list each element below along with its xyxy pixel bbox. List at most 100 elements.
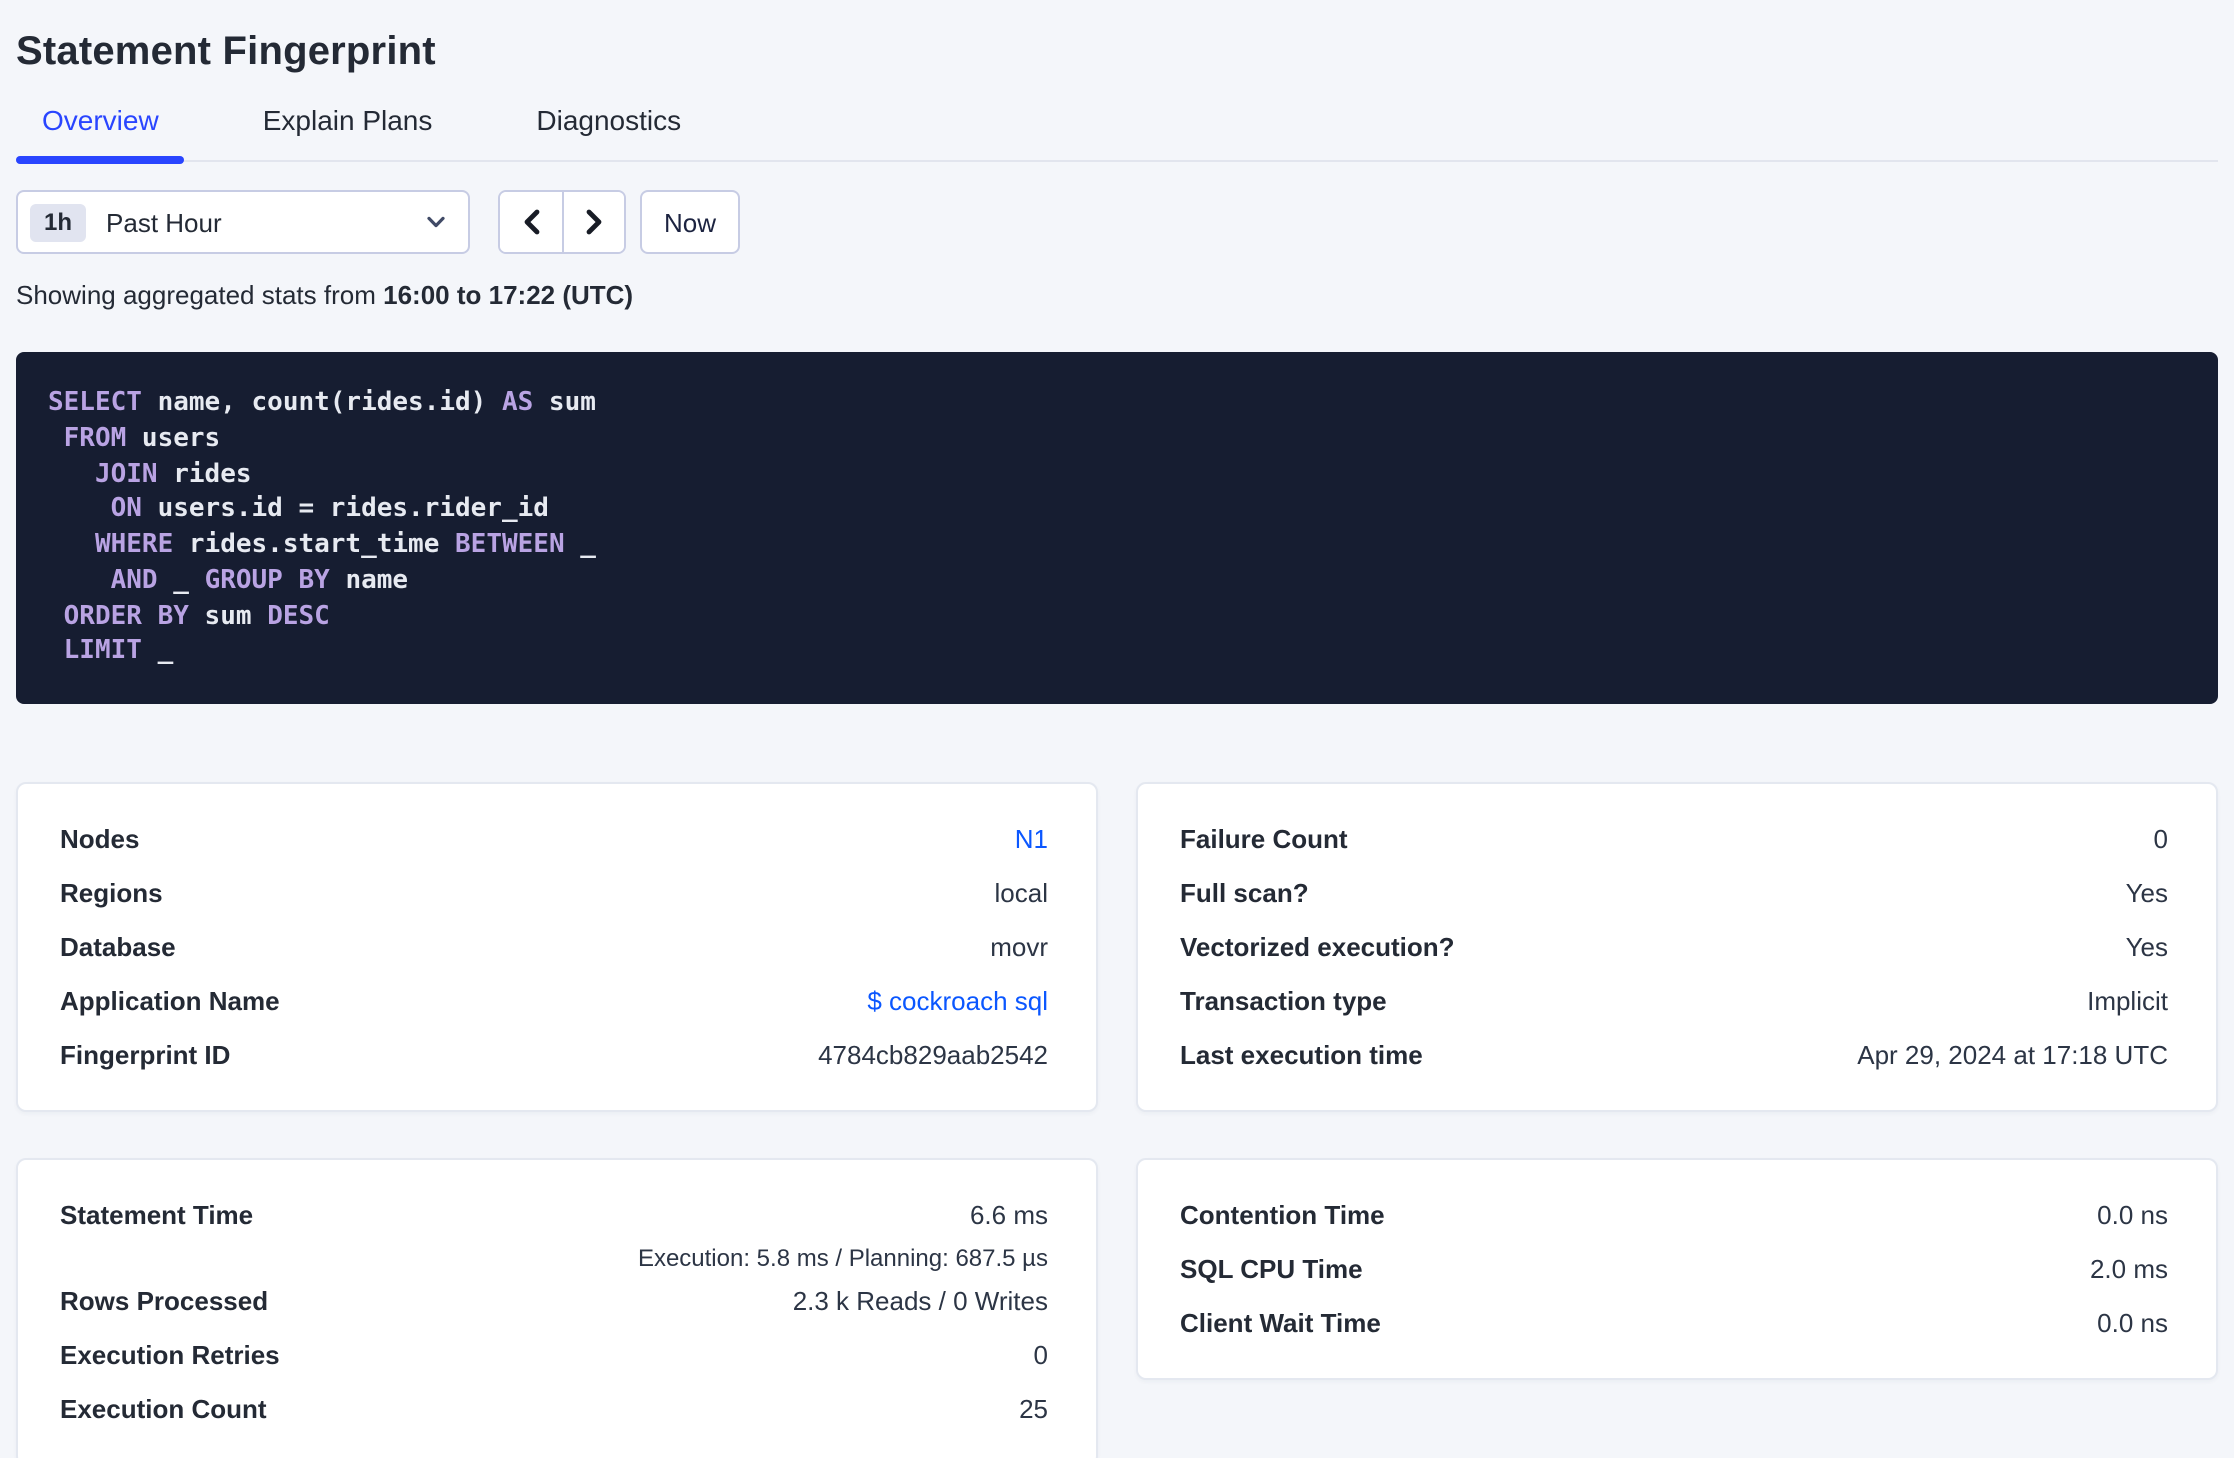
detail-label: Fingerprint ID <box>60 1040 231 1070</box>
detail-row: Fingerprint ID 4784cb829aab2542 <box>60 1028 1048 1082</box>
detail-value-block: movr <box>990 920 1048 974</box>
time-range-badge: 1h <box>30 203 87 241</box>
stats-cards-row: Statement Time 6.6 ms Execution: 5.8 ms / … <box>16 1158 2218 1458</box>
sql-text: name, count(rides.id) <box>141 388 502 418</box>
sql-text: sum <box>533 388 596 418</box>
detail-value-block: 2.0 ms <box>2090 1242 2168 1296</box>
sql-keyword: FROM <box>63 423 127 454</box>
sql-keyword: AS <box>501 388 534 418</box>
aggregated-stats-caption: Showing aggregated stats from 16:00 to 1… <box>16 280 2218 312</box>
sql-text: _ <box>141 636 174 667</box>
sql-keyword: ON <box>110 494 142 525</box>
detail-label: Last execution time <box>1180 1040 1423 1070</box>
statement-fingerprint-page: Statement Fingerprint Overview Explain P… <box>0 0 2234 1458</box>
detail-value-block: Apr 29, 2024 at 17:18 UTC <box>1857 1028 2168 1082</box>
detail-value: Yes <box>2125 878 2168 908</box>
sql-line: WHERE rides.start_time BETWEEN _ <box>48 528 2186 564</box>
time-range-label: Past Hour <box>106 207 222 237</box>
detail-label: Regions <box>60 878 163 908</box>
detail-label: Database <box>60 932 176 962</box>
detail-value: movr <box>990 932 1048 962</box>
detail-value-block: Yes <box>2126 920 2168 974</box>
sql-line: JOIN rides <box>48 457 2186 493</box>
detail-row: Client Wait Time 0.0 ns <box>1180 1296 2168 1350</box>
wait-time-stats-card: Contention Time 0.0 ns SQL CPU Time 2.0 ms C… <box>1136 1158 2218 1380</box>
now-button[interactable]: Now <box>640 190 741 254</box>
detail-value-link[interactable]: N1 <box>1015 812 1048 866</box>
statement-details-card: Nodes N1 Regions local Database movr Applicati… <box>16 782 1098 1112</box>
detail-subvalue: Execution: 5.8 ms / Planning: 687.5 µs <box>637 1244 1048 1272</box>
detail-value-block: N1 <box>1015 812 1048 866</box>
detail-row: Failure Count 0 <box>1180 812 2168 866</box>
sql-keyword: ORDER BY <box>63 601 189 631</box>
sql-line: LIMIT _ <box>48 635 2186 671</box>
detail-row: Nodes N1 <box>60 812 1048 866</box>
detail-label: Execution Retries <box>60 1340 280 1370</box>
detail-value: 4784cb829aab2542 <box>818 1040 1048 1070</box>
detail-label: Transaction type <box>1180 986 1387 1016</box>
detail-value-block: $ cockroach sql <box>867 974 1048 1028</box>
detail-value-link[interactable]: $ cockroach sql <box>867 974 1048 1028</box>
sql-keyword: WHERE <box>94 530 174 560</box>
detail-label: SQL CPU Time <box>1180 1254 1363 1284</box>
detail-label: Execution Count <box>60 1394 267 1424</box>
detail-row: Regions local <box>60 866 1048 920</box>
detail-row: Application Name $ cockroach sql <box>60 974 1048 1028</box>
detail-label: Contention Time <box>1180 1200 1385 1230</box>
detail-value: Yes <box>2125 932 2168 962</box>
chevron-right-icon <box>586 209 602 235</box>
detail-row: Last execution time Apr 29, 2024 at 17:18… <box>1180 1028 2168 1082</box>
time-range-picker[interactable]: 1h Past Hour <box>16 190 470 254</box>
detail-label: Nodes <box>60 824 140 854</box>
detail-value-block: 0 <box>1034 1328 1048 1382</box>
sql-keyword: SELECT <box>48 388 142 418</box>
detail-value-block: 0 <box>2154 812 2168 866</box>
time-step-buttons <box>498 190 626 254</box>
page-title: Statement Fingerprint <box>16 30 436 74</box>
sql-line: ORDER BY sum DESC <box>48 599 2186 635</box>
detail-row: Transaction type Implicit <box>1180 974 2168 1028</box>
time-controls: 1h Past Hour Now <box>16 190 2218 254</box>
sql-text: _ <box>157 565 205 596</box>
detail-value-block: 0.0 ns <box>2097 1296 2168 1350</box>
sql-line: FROM users <box>48 422 2186 458</box>
detail-label: Failure Count <box>1180 824 1348 854</box>
detail-value-block: local <box>995 866 1049 920</box>
detail-value-block: Implicit <box>2087 974 2168 1028</box>
sql-text: users <box>126 423 221 454</box>
sql-statement-box: SELECT name, count(rides.id) AS sum FROM… <box>16 352 2218 704</box>
detail-value-block: 6.6 ms Execution: 5.8 ms / Planning: 687.… <box>638 1188 1048 1274</box>
sql-text: rides <box>157 459 252 489</box>
detail-value-block: 4784cb829aab2542 <box>818 1028 1048 1082</box>
detail-value: Implicit <box>2087 986 2168 1016</box>
sql-text: rides.start_time <box>173 530 456 560</box>
execution-stats-card: Statement Time 6.6 ms Execution: 5.8 ms / … <box>16 1158 1098 1458</box>
detail-row: Statement Time 6.6 ms Execution: 5.8 ms / … <box>60 1188 1048 1274</box>
detail-row: Database movr <box>60 920 1048 974</box>
tab-overview[interactable]: Overview <box>16 102 186 164</box>
next-range-button[interactable] <box>562 192 624 252</box>
chevron-left-icon <box>523 209 539 235</box>
tab-diagnostics[interactable]: Diagnostics <box>510 102 707 160</box>
previous-range-button[interactable] <box>500 192 562 252</box>
detail-value: Apr 29, 2024 at 17:18 UTC <box>1857 1040 2168 1070</box>
aggregated-stats-prefix: Showing aggregated stats from <box>16 280 384 310</box>
detail-value-block: 2.3 k Reads / 0 Writes <box>793 1274 1048 1328</box>
sql-keyword: GROUP BY <box>204 565 330 596</box>
tab-explain-plans[interactable]: Explain Plans <box>237 102 459 160</box>
detail-label: Client Wait Time <box>1180 1308 1381 1338</box>
detail-value: 0.0 ns <box>2097 1200 2168 1230</box>
detail-value: 6.6 ms <box>969 1200 1048 1230</box>
sql-line: SELECT name, count(rides.id) AS sum <box>48 386 2186 422</box>
detail-label: Statement Time <box>60 1200 254 1230</box>
detail-label: Vectorized execution? <box>1180 932 1455 962</box>
detail-value: 0.0 ns <box>2097 1308 2168 1338</box>
detail-row: Execution Retries 0 <box>60 1328 1048 1382</box>
detail-value: local <box>994 878 1049 908</box>
